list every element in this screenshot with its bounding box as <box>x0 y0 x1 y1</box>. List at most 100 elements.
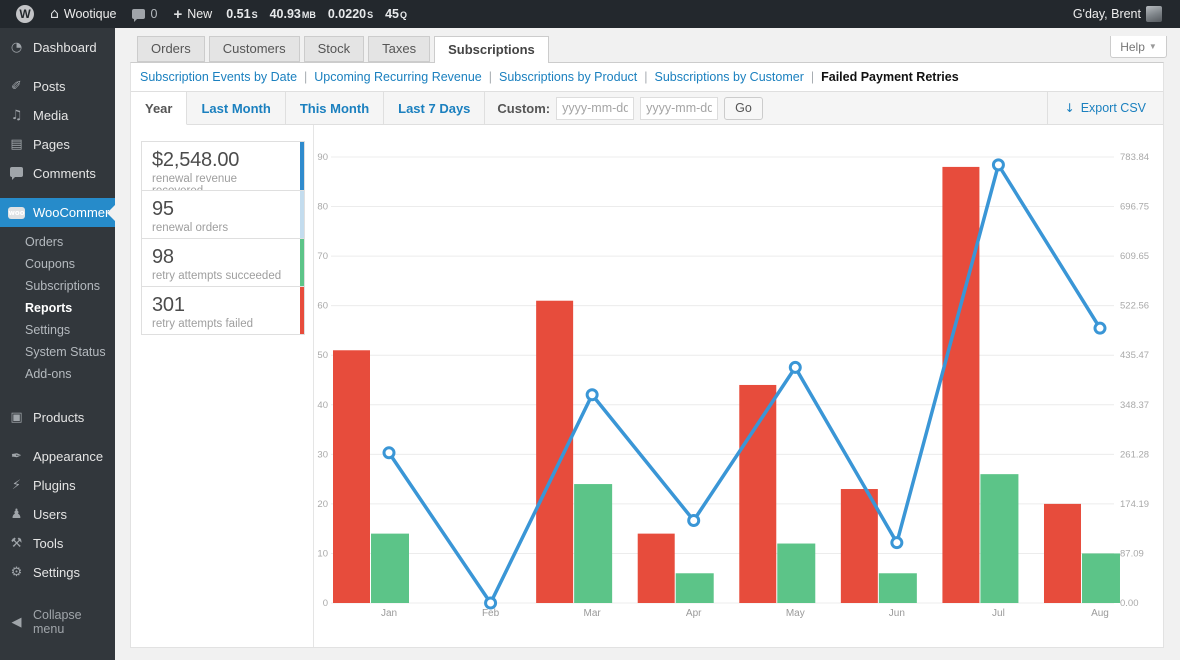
sidebar-item-plugins[interactable]: ⚡Plugins <box>0 471 115 500</box>
wordpress-admin-page: W ⌂ Wootique 0 + New 0.51S40.93MB0.0220S… <box>0 0 1180 660</box>
summary-value: 301 <box>152 294 290 317</box>
report-link-upcoming-recurring-revenue[interactable]: Upcoming Recurring Revenue <box>314 70 481 84</box>
site-name: Wootique <box>64 7 117 21</box>
settings-icon: ⚙ <box>8 565 25 580</box>
revenue-point <box>993 160 1003 170</box>
sidebar-item-settings[interactable]: ⚙Settings <box>0 558 115 587</box>
sidebar-item-collapse-menu[interactable]: ◀ Collapse menu <box>0 601 115 643</box>
sidebar-item-dashboard[interactable]: ◔Dashboard <box>0 33 115 62</box>
succeeded-retries-bar <box>777 544 815 603</box>
sidebar-item-tools[interactable]: ⚒Tools <box>0 529 115 558</box>
sidebar-item-label: Appearance <box>33 449 103 464</box>
summary-item-retry-attempts-failed: 301retry attempts failed <box>142 286 304 334</box>
separator: | <box>304 70 307 84</box>
left-axis-tick: 40 <box>317 400 328 411</box>
perf-stat: 40.93MB <box>270 7 316 21</box>
succeeded-retries-bar <box>1082 553 1120 603</box>
sidebar-item-comments[interactable]: Comments <box>0 159 115 188</box>
sidebar-item-media[interactable]: ♫Media <box>0 101 115 130</box>
sidebar-item-label: Plugins <box>33 478 76 493</box>
left-axis-tick: 20 <box>317 499 328 510</box>
sidebar-item-label: Posts <box>33 79 66 94</box>
report-link-subscriptions-by-product[interactable]: Subscriptions by Product <box>499 70 637 84</box>
collapse-icon: ◀ <box>8 615 25 630</box>
sidebar-item-appearance[interactable]: ✒ Appearance <box>0 442 115 471</box>
left-axis-tick: 80 <box>317 202 328 213</box>
help-button[interactable]: Help ▼ <box>1110 36 1167 58</box>
left-axis-tick: 90 <box>317 152 328 163</box>
site-name-link[interactable]: ⌂ Wootique <box>42 0 124 28</box>
appearance-icon: ✒ <box>8 449 25 464</box>
submenu-item-reports[interactable]: Reports <box>0 297 115 319</box>
tab-subscriptions[interactable]: Subscriptions <box>434 36 549 63</box>
comments-link[interactable]: 0 <box>124 0 165 28</box>
tab-orders[interactable]: Orders <box>137 36 205 62</box>
revenue-point <box>486 598 496 608</box>
report-link-subscriptions-by-customer[interactable]: Subscriptions by Customer <box>655 70 804 84</box>
submenu-item-settings[interactable]: Settings <box>0 319 115 341</box>
sidebar-item-woocommerce[interactable]: wooWooCommerce <box>0 198 115 227</box>
range-tab-year[interactable]: Year <box>131 92 187 125</box>
sidebar-item-pages[interactable]: ▤ Pages <box>0 130 115 159</box>
summary-color-stripe <box>300 287 304 334</box>
submenu-item-orders[interactable]: Orders <box>0 231 115 253</box>
perf-value: 0.51 <box>226 7 250 21</box>
summary-item-retry-attempts-succeeded: 98retry attempts succeeded <box>142 238 304 286</box>
help-label: Help <box>1120 40 1145 54</box>
succeeded-retries-bar <box>574 484 612 603</box>
summary-color-stripe <box>300 239 304 286</box>
woocommerce-submenu: OrdersCouponsSubscriptionsReportsSetting… <box>0 227 115 393</box>
home-icon: ⌂ <box>50 6 59 22</box>
left-axis-tick: 60 <box>317 301 328 312</box>
new-content-link[interactable]: + New <box>165 0 220 28</box>
sidebar-item-label: Dashboard <box>33 40 97 55</box>
failed-retries-bar <box>739 385 776 603</box>
range-tab-last-month[interactable]: Last Month <box>187 92 285 124</box>
export-csv-label: Export CSV <box>1081 101 1146 115</box>
perf-unit: MB <box>302 10 316 20</box>
tools-icon: ⚒ <box>8 536 25 551</box>
failed-retries-bar <box>333 350 370 603</box>
plus-icon: + <box>173 6 182 23</box>
submenu-item-system-status[interactable]: System Status <box>0 341 115 363</box>
submenu-item-coupons[interactable]: Coupons <box>0 253 115 275</box>
range-tab-last-7-days[interactable]: Last 7 Days <box>384 92 485 124</box>
account-menu[interactable]: G'day, Brent <box>1065 0 1170 28</box>
wordpress-menu[interactable]: W <box>8 0 42 28</box>
summary-value: $2,548.00 <box>152 149 290 172</box>
right-axis-tick: 87.09 <box>1120 548 1144 559</box>
submenu-item-subscriptions[interactable]: Subscriptions <box>0 275 115 297</box>
right-axis-tick: 696.75 <box>1120 202 1149 213</box>
month-label: Jun <box>889 608 905 619</box>
month-label: Aug <box>1091 608 1109 619</box>
submenu-item-add-ons[interactable]: Add-ons <box>0 363 115 385</box>
go-button[interactable]: Go <box>724 97 763 120</box>
tab-stock[interactable]: Stock <box>304 36 365 62</box>
date-to-input[interactable] <box>640 97 718 120</box>
perf-unit: Q <box>400 10 407 20</box>
succeeded-retries-bar <box>371 534 409 603</box>
month-label: Apr <box>686 608 702 619</box>
media-icon: ♫ <box>8 108 25 123</box>
separator: | <box>644 70 647 84</box>
date-from-input[interactable] <box>556 97 634 120</box>
perf-stat: 0.51S <box>226 7 257 21</box>
sidebar-item-label: Comments <box>33 166 96 181</box>
sidebar-item-products[interactable]: ▣Products <box>0 403 115 432</box>
export-csv-segment[interactable]: ↓ Export CSV <box>1047 92 1163 124</box>
report-subnav: Subscription Events by Date | Upcoming Rec… <box>131 63 1163 91</box>
range-tab-this-month[interactable]: This Month <box>286 92 384 124</box>
report-link-subscription-events-by-date[interactable]: Subscription Events by Date <box>140 70 297 84</box>
tab-customers[interactable]: Customers <box>209 36 300 62</box>
sidebar-item-label: Collapse menu <box>33 608 107 636</box>
tab-taxes[interactable]: Taxes <box>368 36 430 62</box>
succeeded-retries-bar <box>980 474 1018 603</box>
chart-section: $2,548.00renewal revenue recovered95rene… <box>131 125 1163 647</box>
right-axis-tick: 174.19 <box>1120 499 1149 510</box>
sidebar-item-users[interactable]: ♟Users <box>0 500 115 529</box>
left-axis-tick: 0 <box>323 598 328 609</box>
sidebar-item-label: Pages <box>33 137 70 152</box>
separator: | <box>489 70 492 84</box>
pages-icon: ▤ <box>8 137 25 152</box>
sidebar-item-posts[interactable]: ✐Posts <box>0 72 115 101</box>
